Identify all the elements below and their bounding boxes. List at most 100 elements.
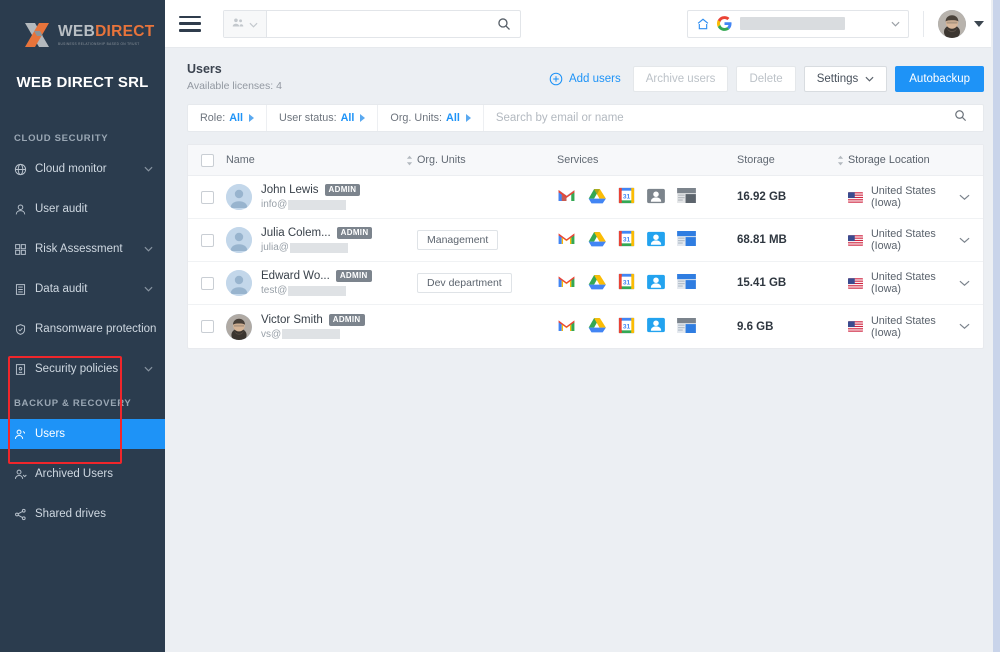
row-expand-button[interactable] xyxy=(945,280,983,287)
vertical-scrollbar[interactable] xyxy=(993,0,1000,652)
hamburger-icon[interactable] xyxy=(179,15,201,32)
sort-name-icon[interactable] xyxy=(401,155,417,166)
gmail-icon xyxy=(557,231,576,249)
sidebar-item-risk-assessment[interactable]: Risk Assessment xyxy=(0,234,165,264)
settings-label: Settings xyxy=(816,73,859,85)
gmail-icon xyxy=(557,274,576,292)
filter-bar: Role: All User status: All Org. Units: A… xyxy=(187,104,984,132)
row-location-label: United States (Iowa) xyxy=(871,271,936,295)
row-expand-button[interactable] xyxy=(945,194,983,201)
caret-right-icon xyxy=(465,114,471,122)
column-header-storage[interactable]: Storage xyxy=(737,154,832,166)
sidebar-item-users[interactable]: Users xyxy=(0,419,165,449)
google-sites-icon xyxy=(677,231,696,249)
google-drive-icon xyxy=(588,188,606,207)
page-header: Users Available licenses: 4 Add users Ar… xyxy=(165,48,1000,92)
row-services: 31 xyxy=(557,316,737,337)
users-icon xyxy=(14,428,31,441)
row-checkbox-cell xyxy=(188,276,226,290)
sidebar-item-cloud-monitor[interactable]: Cloud monitor xyxy=(0,154,165,184)
row-storage: 15.41 GB xyxy=(737,277,787,289)
settings-button[interactable]: Settings xyxy=(803,66,888,92)
sidebar-item-shared-drives[interactable]: Shared drives xyxy=(0,499,165,529)
org-unit-pill: Management xyxy=(417,230,499,250)
domain-selector[interactable] xyxy=(687,9,909,38)
nav-section-title-cloud-security: CLOUD SECURITY xyxy=(14,133,109,144)
google-contacts-icon xyxy=(647,317,665,336)
status-badge: ADMIN xyxy=(324,184,361,196)
google-calendar-icon: 31 xyxy=(618,316,635,337)
table-search-input[interactable] xyxy=(495,112,954,124)
add-users-button[interactable]: Add users xyxy=(545,66,625,92)
sidebar-item-data-audit[interactable]: Data audit xyxy=(0,274,165,304)
sort-storage-icon[interactable] xyxy=(832,155,848,166)
search-icon[interactable] xyxy=(954,109,971,127)
brand-logo: WEBDIRECT BUSINESS RELATIONSHIP BASED ON… xyxy=(0,0,165,50)
search-scope-dropdown[interactable] xyxy=(224,10,267,37)
grid-icon xyxy=(14,243,31,256)
row-expand-button[interactable] xyxy=(945,237,983,244)
us-flag-icon xyxy=(848,321,863,332)
row-storage: 9.6 GB xyxy=(737,320,774,333)
sidebar-item-security-policies[interactable]: Security policies xyxy=(0,354,165,384)
chevron-down-icon xyxy=(865,76,874,82)
page-title: Users xyxy=(187,62,222,76)
row-checkbox[interactable] xyxy=(200,190,214,204)
user-email: info@ xyxy=(261,199,360,210)
chevron-down-icon xyxy=(144,283,153,295)
user-email-prefix: vs@ xyxy=(261,328,282,340)
sidebar-item-archived-users[interactable]: Archived Users xyxy=(0,459,165,489)
user-name: Victor Smith xyxy=(261,313,323,326)
row-storage-location: United States (Iowa) xyxy=(848,228,945,252)
account-menu[interactable] xyxy=(938,9,984,38)
archive-users-button[interactable]: Archive users xyxy=(632,66,729,92)
google-contacts-icon xyxy=(647,274,665,293)
top-bar xyxy=(165,0,1000,48)
available-licenses-text: Available licenses: 4 xyxy=(187,80,282,92)
delete-button[interactable]: Delete xyxy=(736,66,796,92)
org-unit-pill: Dev department xyxy=(417,273,512,293)
google-sites-icon xyxy=(677,188,696,206)
chevron-down-icon xyxy=(144,243,153,255)
divider xyxy=(923,10,924,37)
google-calendar-icon: 31 xyxy=(618,273,635,293)
row-checkbox[interactable] xyxy=(200,276,214,290)
sidebar-label-cloud-monitor: Cloud monitor xyxy=(35,163,107,175)
sidebar-label-data-audit: Data audit xyxy=(35,283,88,295)
row-checkbox[interactable] xyxy=(200,320,214,333)
us-flag-icon xyxy=(848,191,863,203)
filter-user-status-value: All xyxy=(340,112,355,124)
sidebar-label-users: Users xyxy=(35,428,66,440)
sidebar: WEBDIRECT BUSINESS RELATIONSHIP BASED ON… xyxy=(0,0,165,652)
logo-word-2: DIRECT xyxy=(95,23,155,41)
chevron-down-icon xyxy=(891,19,900,29)
filter-org-units[interactable]: Org. Units: All xyxy=(378,105,484,131)
select-all-checkbox[interactable] xyxy=(200,153,214,167)
autobackup-button[interactable]: Autobackup xyxy=(895,66,984,92)
google-contacts-icon xyxy=(647,188,665,207)
filter-role[interactable]: Role: All xyxy=(188,105,268,131)
svg-text:31: 31 xyxy=(623,279,631,286)
table-header-row: Name Org. Units Services Storage Storage… xyxy=(188,145,983,176)
email-redaction xyxy=(288,285,347,296)
table-search xyxy=(484,105,983,131)
app-root: WEBDIRECT BUSINESS RELATIONSHIP BASED ON… xyxy=(0,0,1000,652)
svg-text:31: 31 xyxy=(623,193,631,200)
row-location-label: United States (Iowa) xyxy=(871,228,936,252)
table-row[interactable]: Edward Wo... ADMIN test@ Dev department xyxy=(188,262,983,305)
row-checkbox[interactable] xyxy=(200,233,214,247)
email-redaction xyxy=(289,242,348,253)
column-header-name[interactable]: Name xyxy=(226,154,401,166)
sidebar-item-user-audit[interactable]: User audit xyxy=(0,194,165,224)
table-row[interactable]: John Lewis ADMIN info@ 31 16.92 GB Unite… xyxy=(188,176,983,219)
row-expand-button[interactable] xyxy=(945,323,983,330)
search-icon[interactable] xyxy=(497,17,520,31)
table-row[interactable]: Victor Smith ADMIN vs@ 31 9.6 GB United … xyxy=(188,305,983,348)
filter-role-label: Role: xyxy=(200,112,226,124)
home-icon xyxy=(696,17,710,31)
search-input[interactable] xyxy=(267,10,497,37)
table-row[interactable]: Julia Colem... ADMIN julia@ Management 3… xyxy=(188,219,983,262)
sidebar-item-ransomware-protection[interactable]: Ransomware protection xyxy=(0,314,165,344)
caret-right-icon xyxy=(249,114,255,122)
filter-user-status[interactable]: User status: All xyxy=(267,105,379,131)
